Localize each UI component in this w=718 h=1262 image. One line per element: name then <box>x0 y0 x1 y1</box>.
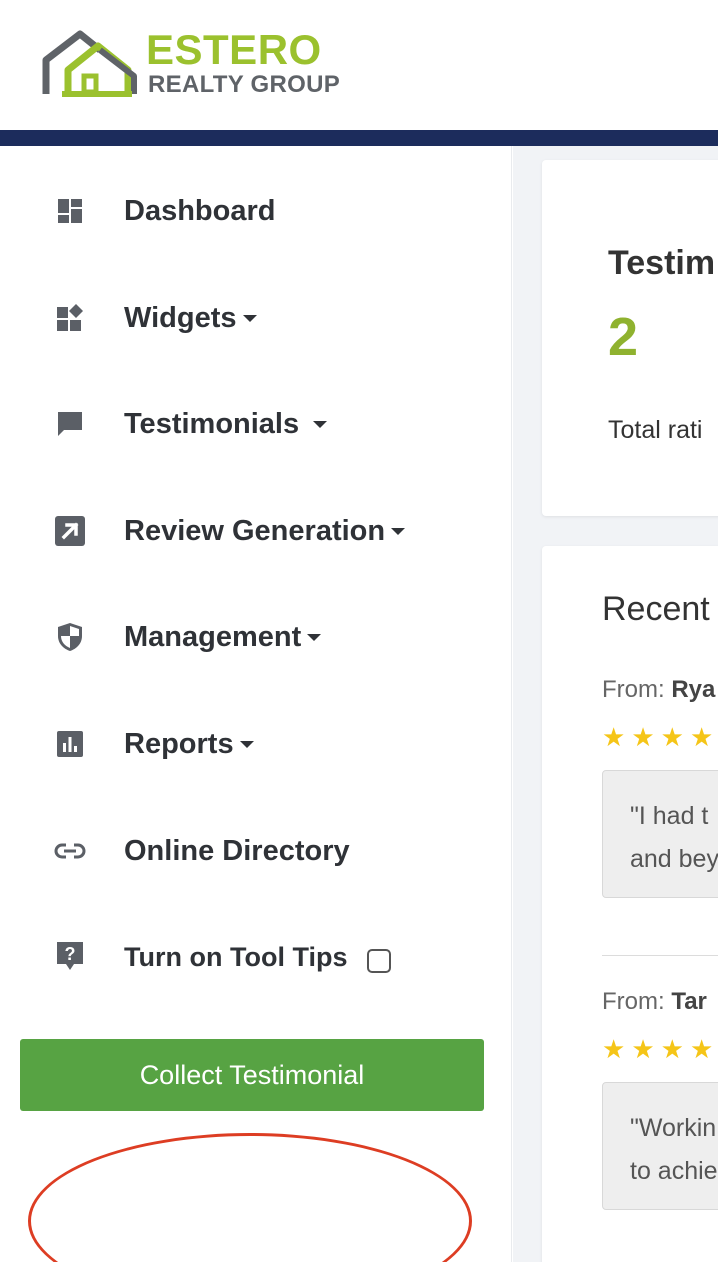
collect-testimonial-button[interactable]: Collect Testimonial <box>20 1039 484 1111</box>
sidebar-item-reports[interactable]: Reports <box>0 714 512 774</box>
dashboard-icon <box>54 195 86 227</box>
summary-subtitle: Total rati <box>608 416 703 444</box>
star-rating: ★★★★★ <box>602 724 718 750</box>
sidebar-item-label: Online Directory <box>124 834 350 867</box>
red-annotation-circle <box>28 1133 472 1262</box>
testimonial-summary-card: Testim 2 Total rati <box>542 160 718 516</box>
star-icon: ★ <box>660 1034 684 1064</box>
external-link-icon <box>54 515 86 547</box>
sidebar-item-label: Dashboard <box>124 194 276 227</box>
link-icon <box>54 835 86 867</box>
house-logo-icon <box>42 30 137 97</box>
caret-down-icon <box>242 314 257 322</box>
review-divider <box>602 955 718 956</box>
review-quote: "Workin to achie <box>602 1082 718 1210</box>
caret-down-icon <box>239 740 254 748</box>
sidebar: Dashboard Widgets Testimonials Review Ge… <box>0 146 512 1262</box>
star-icon: ★ <box>602 722 626 752</box>
star-icon: ★ <box>631 722 655 752</box>
star-icon: ★ <box>689 1034 714 1064</box>
review-from: From: Tar <box>602 988 707 1015</box>
star-icon: ★ <box>689 722 714 752</box>
review-item: From: Rya ★★★★★ "I had t and bey <box>602 676 718 898</box>
shield-icon <box>54 621 86 653</box>
caret-down-icon <box>391 527 406 535</box>
sidebar-item-dashboard[interactable]: Dashboard <box>0 181 512 241</box>
summary-title: Testim <box>608 244 716 282</box>
reviewer-name: Tar <box>671 988 707 1015</box>
tooltips-checkbox[interactable] <box>367 949 391 973</box>
sidebar-item-label: Testimonials <box>124 407 300 440</box>
reviewer-name: Rya <box>671 676 716 703</box>
brand-name-bottom: REALTY GROUP <box>148 71 341 98</box>
chat-bubble-icon <box>54 408 86 440</box>
header: ESTERO REALTY GROUP <box>0 0 718 130</box>
brand-name-top: ESTERO <box>146 26 322 73</box>
caret-down-icon <box>313 420 328 428</box>
sidebar-item-label: Reports <box>124 727 234 760</box>
question-icon: ? <box>54 940 86 972</box>
star-icon: ★ <box>602 1034 626 1064</box>
sidebar-item-management[interactable]: Management <box>0 607 512 667</box>
top-navy-bar <box>0 130 718 146</box>
sidebar-item-online-directory[interactable]: Online Directory <box>0 821 512 881</box>
sidebar-item-review-generation[interactable]: Review Generation <box>0 501 512 561</box>
recent-testimonials-card: Recent From: Rya ★★★★★ "I had t and bey … <box>542 546 718 1262</box>
star-rating: ★★★★★ <box>602 1036 718 1062</box>
star-icon: ★ <box>631 1034 655 1064</box>
bar-chart-icon <box>54 728 86 760</box>
recent-title: Recent <box>602 590 710 628</box>
review-from: From: Rya <box>602 676 716 703</box>
sidebar-item-label: Widgets <box>124 301 237 334</box>
main-content: Testim 2 Total rati Recent From: Rya ★ ★ ★… <box>513 146 718 1262</box>
svg-text:?: ? <box>65 944 76 964</box>
review-item: From: Tar ★★★★★ "Workin to achie <box>602 988 718 1210</box>
sidebar-item-widgets[interactable]: Widgets <box>0 288 512 348</box>
sidebar-item-label: Management <box>124 620 302 653</box>
review-quote: "I had t and bey <box>602 770 718 898</box>
sidebar-item-label: Review Generation <box>124 514 386 547</box>
caret-down-icon <box>307 633 322 641</box>
tooltips-toggle-row: ? Turn on Tool Tips <box>0 928 512 988</box>
tooltips-label: Turn on Tool Tips <box>124 942 348 972</box>
sidebar-item-testimonials[interactable]: Testimonials <box>0 394 512 454</box>
summary-count: 2 <box>608 307 639 367</box>
estero-logo[interactable]: ESTERO REALTY GROUP <box>42 26 342 102</box>
widgets-icon <box>54 302 86 334</box>
star-icon: ★ <box>660 722 684 752</box>
